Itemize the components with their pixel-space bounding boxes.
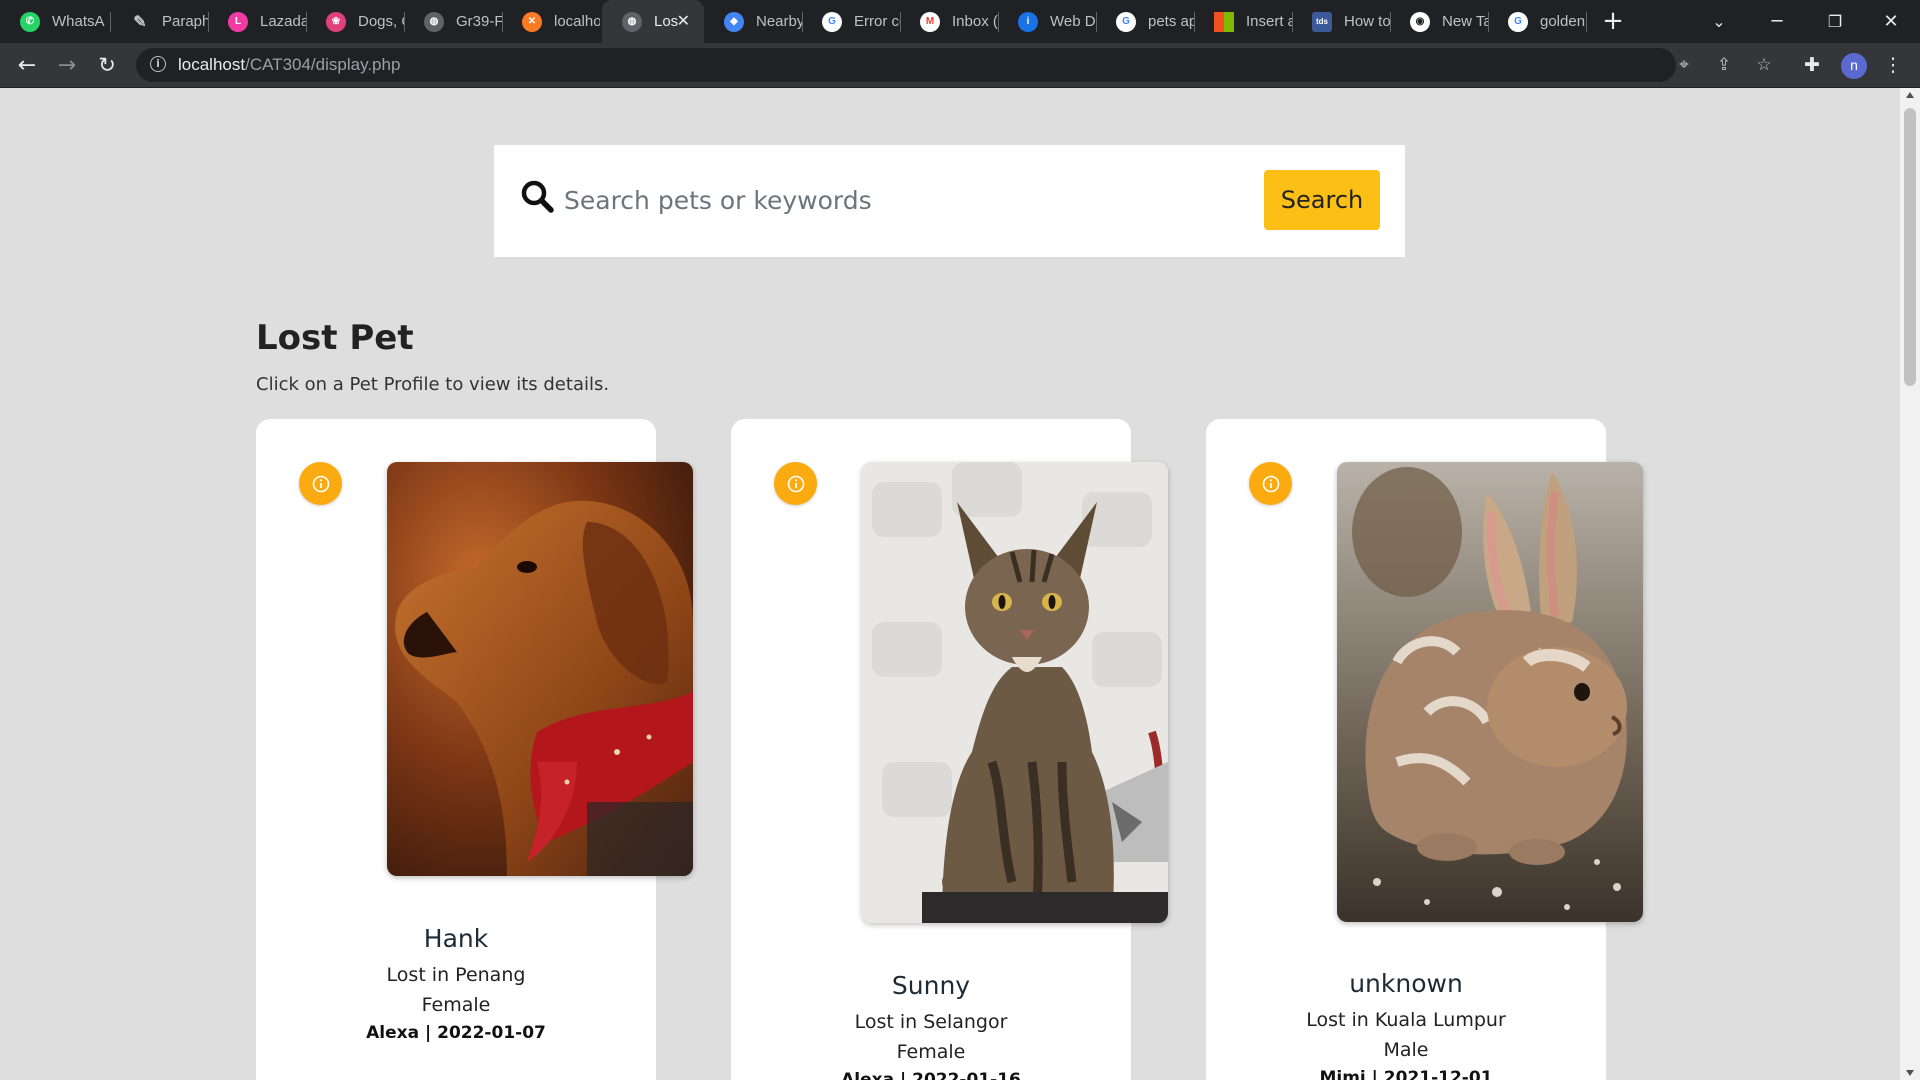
browser-tab[interactable]: Gpets ap (1096, 0, 1194, 43)
menu-kebab-icon[interactable]: ⋮ (1881, 53, 1905, 77)
chrome-icon: ◉ (1410, 11, 1430, 32)
new-tab-icon[interactable]: + (1598, 6, 1628, 36)
page-subtitle: Click on a Pet Profile to view its detai… (256, 374, 610, 395)
tab-search-chevron-icon[interactable]: ⌄ (1690, 0, 1748, 43)
xampp-icon: ✕ (522, 11, 542, 32)
browser-tab[interactable]: ✆ WhatsA (0, 0, 110, 43)
browser-tab[interactable]: ◍ Gr39-Fi (404, 0, 502, 43)
browser-tab-active[interactable]: ◍ Los ✕ (602, 0, 704, 43)
search-input[interactable] (564, 175, 1244, 225)
browser-tab[interactable]: ❀Dogs, C (306, 0, 404, 43)
browser-tab[interactable]: ◉ New Ta (1390, 0, 1488, 43)
microsoft-icon (1214, 11, 1234, 32)
close-tab-icon[interactable]: ✕ (677, 11, 690, 31)
pet-card-hank[interactable]: Hank Lost in Penang Female Alexa | 2022-… (256, 419, 693, 1080)
extensions-puzzle-icon[interactable]: ✚ (1800, 53, 1824, 77)
pet-name: Sunny (891, 971, 971, 1000)
pet-name: unknown (1349, 969, 1463, 998)
browser-tab[interactable]: Ggolden (1488, 0, 1586, 43)
info-icon (1262, 475, 1279, 492)
reload-icon[interactable]: ↻ (91, 49, 123, 81)
page-viewport: Search Lost Pet Click on a Pet Profile t… (0, 88, 1900, 1080)
browser-tab[interactable]: Insert a (1194, 0, 1292, 43)
cat-photo (862, 462, 1168, 923)
bookmark-star-icon[interactable]: ☆ (1754, 55, 1774, 75)
scroll-up-arrow-icon[interactable] (1906, 92, 1914, 98)
url-text[interactable]: localhost/CAT304/display.php (178, 55, 400, 75)
page-title: Lost Pet (256, 318, 414, 358)
pet-gender: Female (421, 994, 491, 1016)
browser-tab[interactable]: tds How to (1292, 0, 1390, 43)
lazada-icon: L (228, 11, 248, 32)
browser-tab[interactable]: M Inbox ( (900, 0, 998, 43)
browser-tab-strip: ✆WhatsA ✎Paraph LLazada ❀Dogs, C ◍Gr39-F… (0, 0, 1920, 43)
pet-name: Hank (423, 924, 489, 953)
address-bar[interactable]: i localhost/CAT304/display.php ⌖ ⇪ ☆ (136, 48, 1772, 82)
globe-icon: ◍ (622, 11, 642, 32)
pet-owner-date: Mimi | 2021-12-01 (1319, 1068, 1493, 1080)
close-window-icon[interactable]: ✕ (1862, 0, 1920, 43)
browser-tab[interactable]: GError cc (802, 0, 900, 43)
info-badge[interactable] (774, 462, 817, 505)
minimize-icon[interactable]: ─ (1748, 0, 1806, 43)
edx-icon: tds (1312, 11, 1332, 32)
browser-tab[interactable]: ◆ Nearby (704, 0, 802, 43)
google-icon: G (822, 11, 842, 32)
whatsapp-icon: ✆ (20, 11, 40, 32)
pet-location: Lost in Kuala Lumpur (1306, 1009, 1506, 1031)
google-icon: G (1508, 11, 1528, 32)
search-icon (521, 180, 554, 213)
browser-toolbar: ← → ↻ i localhost/CAT304/display.php ⌖ ⇪… (0, 43, 1920, 88)
info-icon (787, 475, 804, 492)
search-button[interactable]: Search (1264, 170, 1380, 230)
pet-owner-date: Alexa | 2022-01-16 (841, 1070, 1021, 1080)
search-panel: Search (494, 145, 1405, 257)
scroll-down-arrow-icon[interactable] (1906, 1070, 1914, 1076)
pet-gender: Male (1383, 1039, 1429, 1061)
pet-card-sunny[interactable]: Sunny Lost in Selangor Female Alexa | 20… (731, 419, 1168, 1080)
pet-location: Lost in Penang (386, 964, 526, 986)
info-badge[interactable] (1249, 462, 1292, 505)
location-pin-icon[interactable]: ⌖ (1674, 55, 1694, 75)
dog-photo (387, 462, 693, 876)
globe-icon: ◍ (424, 11, 444, 32)
browser-tab[interactable]: ✎ Paraph (110, 0, 208, 43)
info-icon (312, 475, 329, 492)
rabbit-photo (1337, 462, 1643, 922)
maps-icon: ◆ (724, 11, 744, 32)
back-arrow-icon[interactable]: ← (11, 49, 43, 81)
pet-owner-date: Alexa | 2022-01-07 (366, 1023, 546, 1043)
info-badge[interactable] (299, 462, 342, 505)
browser-tab[interactable]: ✕ localho (502, 0, 600, 43)
browser-tab[interactable]: i Web D (998, 0, 1096, 43)
info-icon: i (1018, 11, 1038, 32)
pet-location: Lost in Selangor (854, 1011, 1008, 1033)
forward-arrow-icon[interactable]: → (51, 49, 83, 81)
pet-gender: Female (896, 1041, 966, 1063)
pet-photo[interactable] (862, 462, 1168, 923)
paw-icon: ❀ (326, 11, 346, 32)
pet-photo[interactable] (1337, 462, 1643, 922)
scrollbar-thumb[interactable] (1904, 108, 1916, 386)
restore-icon[interactable]: ❐ (1806, 0, 1864, 43)
browser-tab[interactable]: L Lazada (208, 0, 306, 43)
pet-photo[interactable] (387, 462, 693, 876)
page-scrollbar[interactable] (1900, 88, 1920, 1080)
share-icon[interactable]: ⇪ (1714, 55, 1734, 75)
quill-icon: ✎ (133, 13, 147, 31)
profile-avatar[interactable]: n (1841, 53, 1867, 79)
site-info-icon[interactable]: i (150, 56, 166, 72)
pet-card-unknown[interactable]: unknown Lost in Kuala Lumpur Male Mimi |… (1206, 419, 1643, 1080)
google-icon: G (1116, 11, 1136, 32)
gmail-icon: M (920, 11, 940, 32)
